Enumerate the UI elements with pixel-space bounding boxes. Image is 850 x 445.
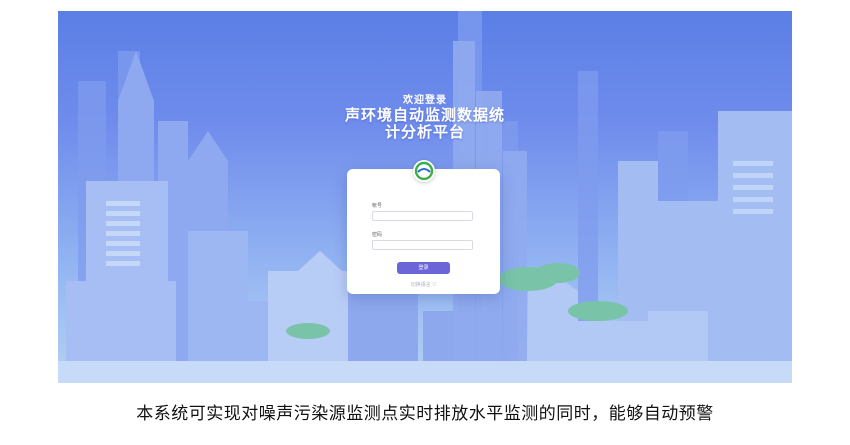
- password-label: 密码: [372, 232, 383, 238]
- login-card: 帐号 密码 登录 切换语言 ▽: [347, 169, 500, 294]
- platform-title: 声环境自动监测数据统 计分析平台: [58, 107, 792, 141]
- account-label: 帐号: [372, 203, 383, 209]
- document-caption: 本系统可实现对噪声污染源监测点实时排放水平监测的同时，能够自动预警: [136, 404, 714, 424]
- switch-language-link[interactable]: 切换语言 ▽: [347, 281, 500, 288]
- welcome-text: 欢迎登录: [403, 95, 447, 106]
- login-button[interactable]: 登录: [397, 262, 450, 274]
- logo-icon: [413, 160, 435, 182]
- platform-title-line2: 计分析平台: [384, 123, 465, 141]
- account-input[interactable]: [372, 211, 473, 221]
- password-input[interactable]: [372, 240, 473, 250]
- login-screenshot: 欢迎登录 声环境自动监测数据统 计分析平台 帐号 密码 登录 切换语言 ▽: [58, 11, 792, 383]
- platform-title-line1: 声环境自动监测数据统: [344, 106, 505, 124]
